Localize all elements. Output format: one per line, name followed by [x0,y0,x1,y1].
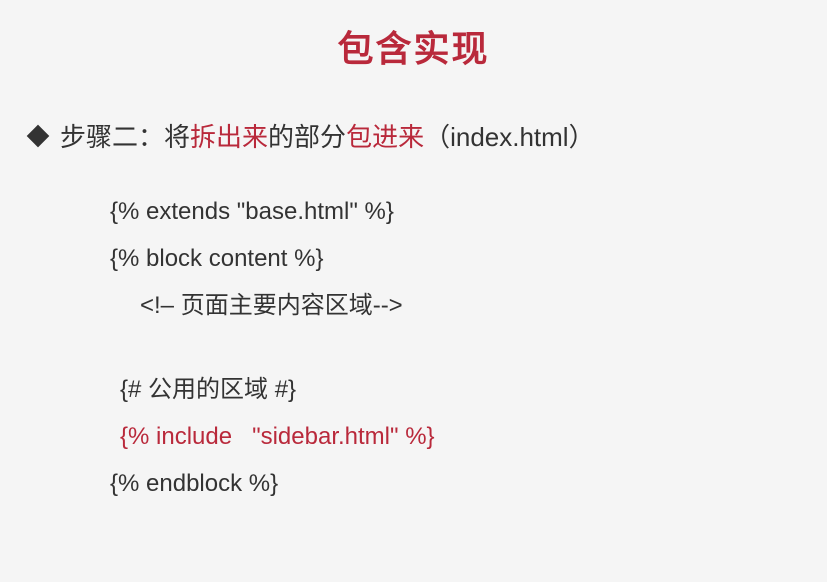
step-mid: 的部分 [268,122,346,152]
step-text: 步骤二：将拆出来的部分包进来（index.html） [60,117,595,154]
step-prefix: 将 [164,122,190,152]
code-line-block: {% block content %} [110,236,797,283]
code-line-extends: {% extends "base.html" %} [110,189,797,236]
step-highlight2: 包进来 [346,122,424,152]
code-line-include: {% include "sidebar.html" %} [110,414,797,461]
code-block: {% extends "base.html" %} {% block conte… [110,189,797,508]
code-line-comment-jinja: {# 公用的区域 #} [110,367,797,414]
step-label: 步骤二： [60,122,164,152]
step-suffix: （index.html） [424,122,595,152]
blank-line [110,329,797,367]
code-line-endblock: {% endblock %} [110,461,797,508]
bullet-diamond-icon [27,124,50,147]
step-heading: 步骤二：将拆出来的部分包进来（index.html） [30,117,797,154]
code-line-comment-html: <!– 页面主要内容区域--> [110,283,797,330]
slide-title: 包含实现 [30,20,797,72]
step-highlight1: 拆出来 [190,122,268,152]
